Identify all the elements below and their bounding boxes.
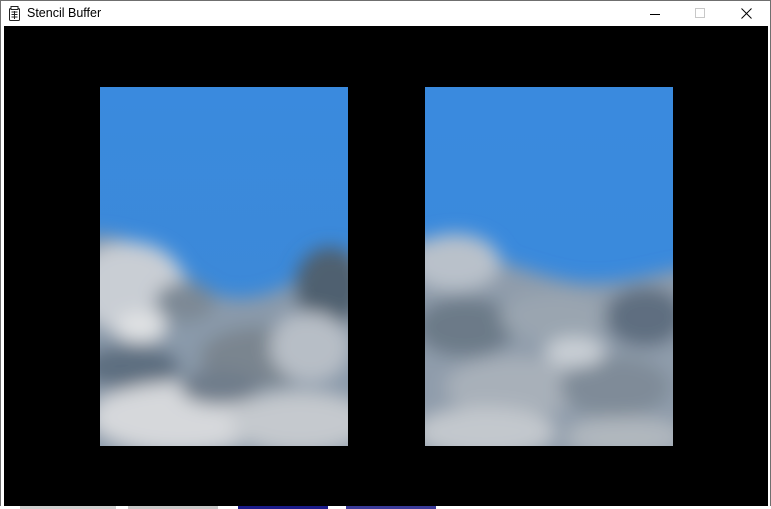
right-viewport: [425, 87, 673, 446]
maximize-button[interactable]: [677, 1, 723, 26]
render-canvas[interactable]: [4, 26, 768, 507]
window-title: Stencil Buffer: [27, 6, 102, 20]
left-cloud-image: [100, 87, 348, 446]
right-cloud-image: [425, 87, 673, 446]
close-button[interactable]: [723, 1, 769, 26]
close-icon: [740, 8, 752, 19]
minimize-icon: [649, 14, 660, 15]
app-icon: [8, 6, 21, 21]
left-viewport: [100, 87, 348, 446]
title-bar[interactable]: Stencil Buffer: [1, 1, 770, 26]
app-window: Stencil Buffer: [0, 0, 771, 509]
minimize-button[interactable]: [632, 1, 678, 26]
maximize-icon: [694, 8, 705, 18]
